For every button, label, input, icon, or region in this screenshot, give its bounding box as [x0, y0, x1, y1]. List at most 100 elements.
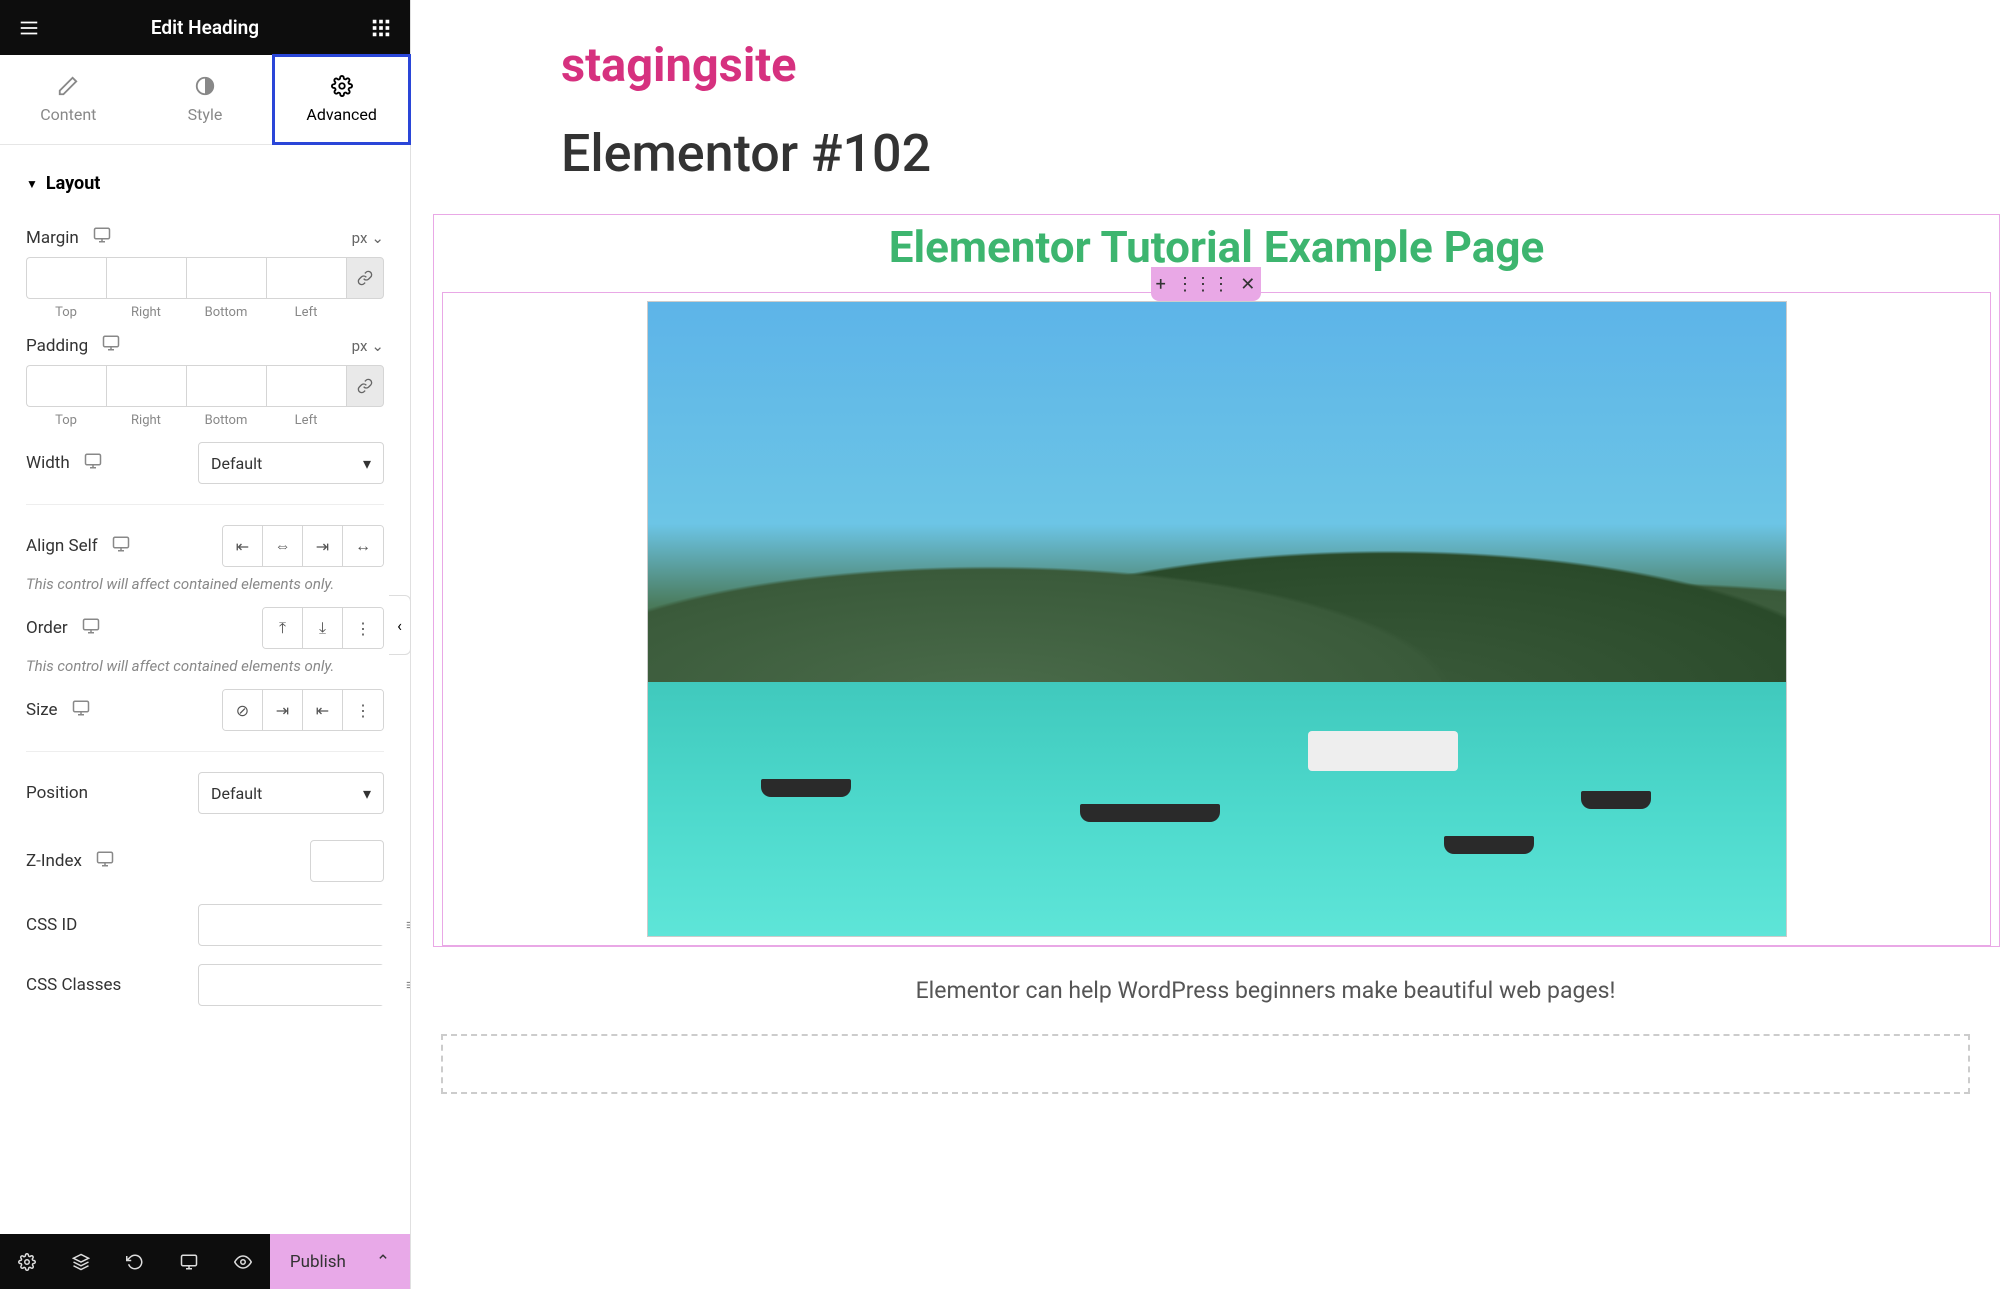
- menu-icon[interactable]: [18, 17, 40, 39]
- zindex-control-row: Z-Index: [26, 840, 384, 882]
- margin-inputs: [26, 257, 384, 299]
- heading-section[interactable]: Elementor Tutorial Example Page + ⋮⋮⋮ ✕: [433, 214, 2000, 947]
- apps-icon[interactable]: [370, 17, 392, 39]
- link-icon: [357, 378, 373, 394]
- cssid-control-row: CSS ID ≡: [26, 904, 384, 946]
- desktop-icon[interactable]: [102, 334, 120, 357]
- margin-left-input[interactable]: [266, 257, 346, 299]
- sidebar-content: ▼ Layout Margin px ⌄ Top Right: [0, 145, 410, 1234]
- desktop-icon[interactable]: [72, 699, 90, 722]
- position-control-row: Position Default ▾: [26, 772, 384, 814]
- size-control-row: Size ⊘ ⇥ ⇤ ⋮: [26, 689, 384, 731]
- desktop-icon[interactable]: [84, 452, 102, 475]
- size-more-button[interactable]: ⋮: [343, 690, 383, 730]
- order-first-button[interactable]: ⤒: [263, 608, 303, 648]
- size-shrink-button[interactable]: ⇤: [303, 690, 343, 730]
- size-buttons: ⊘ ⇥ ⇤ ⋮: [222, 689, 384, 731]
- responsive-icon[interactable]: [162, 1234, 216, 1289]
- order-help: This control will affect contained eleme…: [26, 657, 384, 675]
- padding-label: Padding: [26, 336, 88, 356]
- alignself-buttons: ⇤ ⇔ ⇥ ↔: [222, 525, 384, 567]
- contrast-icon: [194, 75, 216, 97]
- padding-top-input[interactable]: [26, 365, 106, 407]
- history-icon[interactable]: [108, 1234, 162, 1289]
- settings-icon[interactable]: [0, 1234, 54, 1289]
- dynamic-icon[interactable]: ≡: [406, 965, 410, 1005]
- position-select[interactable]: Default ▾: [198, 772, 384, 814]
- editor-tabs: Content Style Advanced: [0, 55, 410, 145]
- chevron-left-icon: ‹: [397, 616, 402, 635]
- padding-link-toggle[interactable]: [346, 365, 384, 407]
- padding-unit-select[interactable]: px ⌄: [352, 337, 384, 355]
- size-none-button[interactable]: ⊘: [223, 690, 263, 730]
- zindex-input[interactable]: [310, 840, 384, 882]
- desktop-icon[interactable]: [96, 850, 114, 873]
- site-title[interactable]: stagingsite: [561, 38, 1970, 93]
- publish-button[interactable]: Publish ⌃: [270, 1234, 410, 1289]
- desktop-icon[interactable]: [93, 226, 111, 249]
- link-icon: [357, 270, 373, 286]
- padding-right-input[interactable]: [106, 365, 186, 407]
- cssclasses-input[interactable]: [209, 965, 406, 1005]
- align-start-button[interactable]: ⇤: [223, 526, 263, 566]
- zindex-label: Z-Index: [26, 851, 82, 871]
- preview-icon[interactable]: [216, 1234, 270, 1289]
- size-grow-button[interactable]: ⇥: [263, 690, 303, 730]
- alignself-help: This control will affect contained eleme…: [26, 575, 384, 593]
- width-control-row: Width Default ▾: [26, 442, 384, 484]
- tab-style[interactable]: Style: [137, 55, 274, 144]
- caption-text[interactable]: Elementor can help WordPress beginners m…: [561, 977, 1970, 1004]
- pencil-icon: [57, 75, 79, 97]
- order-more-button[interactable]: ⋮: [343, 608, 383, 648]
- image-section[interactable]: [442, 292, 1991, 946]
- order-control-row: Order ⤒ ⤓ ⋮: [26, 607, 384, 649]
- layout-section-header[interactable]: ▼ Layout: [26, 145, 384, 212]
- cssclasses-label: CSS Classes: [26, 975, 121, 995]
- caret-down-icon: ▾: [363, 454, 371, 473]
- chevron-down-icon: ⌄: [371, 337, 384, 355]
- caret-down-icon: ▼: [26, 177, 38, 191]
- caret-down-icon: ▾: [363, 784, 371, 803]
- cssid-input[interactable]: [209, 905, 406, 945]
- margin-side-labels: Top Right Bottom Left: [26, 305, 384, 320]
- margin-right-input[interactable]: [106, 257, 186, 299]
- add-new-section[interactable]: [441, 1034, 1970, 1094]
- margin-bottom-input[interactable]: [186, 257, 266, 299]
- navigator-icon[interactable]: [54, 1234, 108, 1289]
- order-label: Order: [26, 618, 68, 638]
- collapse-sidebar-handle[interactable]: ‹: [389, 595, 411, 655]
- margin-control-row: Margin px ⌄: [26, 226, 384, 249]
- desktop-icon[interactable]: [112, 535, 130, 558]
- size-label: Size: [26, 700, 58, 720]
- margin-top-input[interactable]: [26, 257, 106, 299]
- align-stretch-button[interactable]: ↔: [343, 526, 383, 566]
- dynamic-icon[interactable]: ≡: [406, 905, 410, 945]
- sidebar-footer: Publish ⌃: [0, 1234, 410, 1289]
- sidebar-header: Edit Heading: [0, 0, 410, 55]
- cssclasses-control-row: CSS Classes ≡: [26, 964, 384, 1006]
- desktop-icon[interactable]: [82, 617, 100, 640]
- margin-link-toggle[interactable]: [346, 257, 384, 299]
- margin-label: Margin: [26, 228, 79, 248]
- align-end-button[interactable]: ⇥: [303, 526, 343, 566]
- image-widget[interactable]: [647, 301, 1787, 937]
- padding-left-input[interactable]: [266, 365, 346, 407]
- position-label: Position: [26, 783, 88, 803]
- margin-unit-select[interactable]: px ⌄: [352, 229, 384, 247]
- padding-inputs: [26, 365, 384, 407]
- order-last-button[interactable]: ⤓: [303, 608, 343, 648]
- add-section-icon[interactable]: +: [1156, 274, 1166, 295]
- gear-icon: [331, 75, 353, 97]
- align-center-button[interactable]: ⇔: [263, 526, 303, 566]
- editor-canvas: stagingsite Elementor #102 Elementor Tut…: [411, 0, 2000, 1289]
- drag-section-icon[interactable]: ⋮⋮⋮: [1176, 274, 1230, 295]
- tab-content-label: Content: [40, 105, 96, 124]
- width-select[interactable]: Default ▾: [198, 442, 384, 484]
- tab-content[interactable]: Content: [0, 55, 137, 144]
- cssid-input-wrap: ≡: [198, 904, 384, 946]
- chevron-up-icon: ⌃: [376, 1252, 390, 1272]
- close-section-icon[interactable]: ✕: [1240, 274, 1255, 295]
- padding-side-labels: Top Right Bottom Left: [26, 413, 384, 428]
- tab-advanced[interactable]: Advanced: [273, 55, 410, 144]
- padding-bottom-input[interactable]: [186, 365, 266, 407]
